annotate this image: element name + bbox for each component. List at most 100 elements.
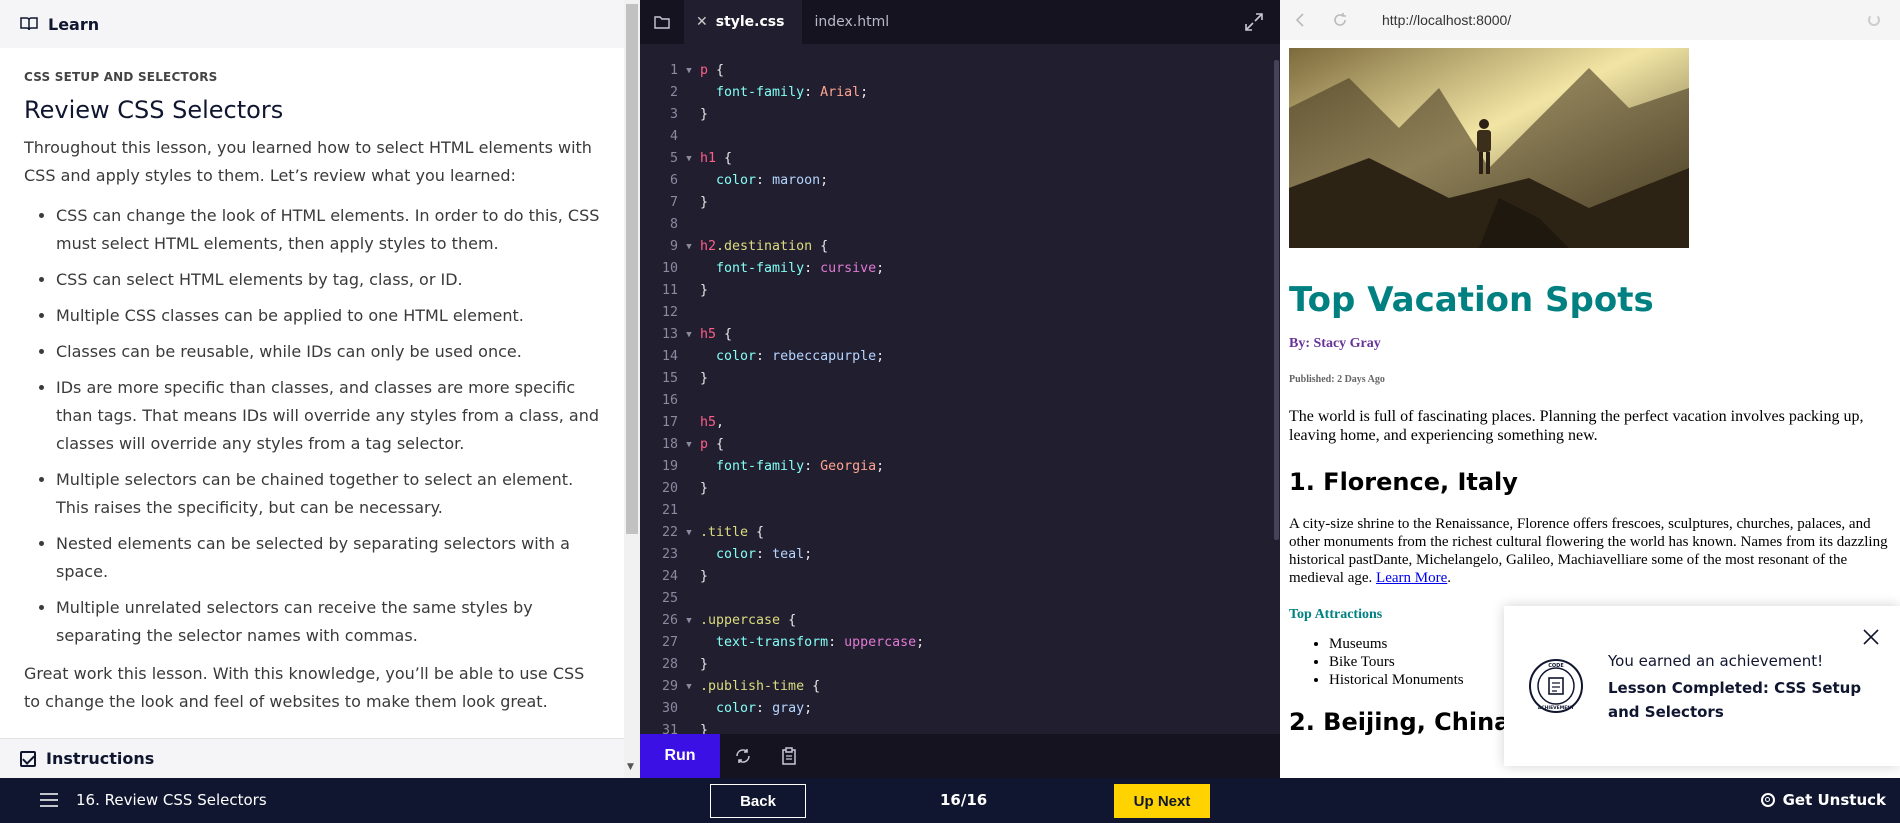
code-line: 9 ▼ h2.destination {: [640, 236, 1272, 258]
toast-eyebrow: You earned an achievement!: [1608, 652, 1824, 670]
code-line: 24}: [640, 566, 1272, 588]
code-line: 25: [640, 588, 1272, 610]
code-token: :: [804, 459, 821, 474]
menu-icon[interactable]: [40, 793, 58, 807]
fold-arrow-icon[interactable]: ▼: [678, 434, 700, 456]
folder-icon[interactable]: [640, 0, 684, 44]
code-token: .uppercase: [700, 613, 781, 628]
fold-arrow-icon: [678, 654, 700, 676]
code-text: .publish-time {: [700, 676, 820, 698]
code-token: text-transform: [716, 635, 829, 650]
back-button[interactable]: Back: [710, 784, 806, 818]
code-line: 27 text-transform: uppercase;: [640, 632, 1272, 654]
reset-icon[interactable]: [720, 734, 766, 778]
get-unstuck-button[interactable]: Get Unstuck: [1760, 791, 1886, 809]
learn-scroll-thumb[interactable]: [626, 4, 638, 534]
list-item: IDs are more specific than classes, and …: [56, 374, 600, 458]
code-token: }: [700, 569, 709, 584]
tab-index-html[interactable]: index.html: [802, 0, 907, 44]
fold-arrow-icon: [678, 82, 700, 104]
lesson-eyebrow: CSS SETUP AND SELECTORS: [24, 70, 218, 84]
get-unstuck-label: Get Unstuck: [1782, 791, 1886, 809]
code-token: .destination: [716, 239, 813, 254]
lesson-outro: Great work this lesson. With this knowle…: [24, 664, 585, 711]
line-number: 7: [669, 195, 678, 210]
code-line: 29 ▼ .publish-time {: [640, 676, 1272, 698]
learn-header-label: Learn: [48, 14, 100, 34]
code-token: color: [716, 547, 757, 562]
editor-scroll-thumb[interactable]: [1274, 60, 1279, 540]
code-line: 2 font-family: Arial;: [640, 82, 1272, 104]
code-token: ;: [804, 547, 813, 562]
code-text: .uppercase {: [700, 610, 796, 632]
list-item: Multiple selectors can be chained togeth…: [56, 466, 600, 522]
line-number: 17: [661, 415, 678, 430]
scroll-down-arrow-icon[interactable]: ▼: [627, 762, 634, 772]
list-item: Classes can be reusable, while IDs can o…: [56, 338, 600, 366]
fold-arrow-icon[interactable]: ▼: [678, 236, 700, 258]
line-number: 9: [669, 239, 678, 254]
up-next-button[interactable]: Up Next: [1114, 784, 1210, 818]
code-token: {: [804, 679, 821, 694]
code-token: {: [708, 437, 725, 452]
run-button[interactable]: Run: [640, 734, 720, 778]
code-text: color: maroon;: [700, 170, 828, 192]
code-token: :: [804, 85, 821, 100]
code-text: }: [700, 368, 708, 390]
close-icon[interactable]: ✕: [696, 14, 708, 30]
code-token: }: [700, 107, 709, 122]
code-token: :: [756, 173, 773, 188]
code-token: h5: [700, 415, 717, 430]
line-number: 5: [669, 151, 678, 166]
fold-arrow-icon[interactable]: ▼: [678, 610, 700, 632]
line-number: 10: [661, 261, 678, 276]
line-number: 25: [661, 591, 678, 606]
code-area[interactable]: 1 ▼ p {2 font-family: Arial; 3} 4 5 ▼ h1 {6 col…: [640, 60, 1272, 736]
destination-description: A city-size shrine to the Renaissance, F…: [1289, 515, 1889, 587]
list-item: Nested elements can be selected by separ…: [56, 530, 600, 586]
tab-style-css[interactable]: ✕ style.css: [684, 0, 803, 44]
tab-label: index.html: [814, 14, 890, 30]
fold-arrow-icon[interactable]: ▼: [678, 324, 700, 346]
fold-arrow-icon[interactable]: ▼: [678, 676, 700, 698]
expand-icon[interactable]: [1244, 12, 1264, 32]
tab-label: style.css: [715, 14, 785, 30]
instructions-toggle[interactable]: Instructions: [0, 738, 624, 778]
line-number: 16: [661, 393, 678, 408]
code-line: 30 color: gray;: [640, 698, 1272, 720]
url-text[interactable]: http://localhost:8000/: [1382, 12, 1511, 28]
back-arrow-icon[interactable]: [1280, 0, 1320, 40]
lesson-name[interactable]: 16. Review CSS Selectors: [76, 791, 267, 809]
code-token: h1: [700, 151, 717, 166]
fold-arrow-icon[interactable]: ▼: [678, 148, 700, 170]
line-number: 8: [669, 217, 678, 232]
code-token: color: [716, 701, 757, 716]
fold-arrow-icon[interactable]: ▼: [678, 60, 700, 82]
code-text: font-family: Arial;: [700, 82, 868, 104]
code-token: gray: [772, 701, 805, 716]
code-line: 20}: [640, 478, 1272, 500]
line-number: 2: [669, 85, 678, 100]
lesson-progress: 16/16: [940, 791, 988, 809]
clipboard-icon[interactable]: [766, 734, 812, 778]
close-icon[interactable]: [1862, 628, 1880, 646]
learn-more-link[interactable]: Learn More: [1376, 570, 1447, 586]
fold-arrow-icon: [678, 456, 700, 478]
line-number: 27: [661, 635, 678, 650]
line-number: 21: [661, 503, 678, 518]
fold-arrow-icon: [678, 170, 700, 192]
code-token: }: [700, 195, 709, 210]
line-number: 29: [661, 679, 678, 694]
code-text: }: [700, 566, 708, 588]
fold-arrow-icon[interactable]: ▼: [678, 522, 700, 544]
refresh-icon[interactable]: [1320, 0, 1360, 40]
svg-text:CODE: CODE: [1548, 663, 1564, 669]
list-item: CSS can select HTML elements by tag, cla…: [56, 266, 600, 294]
code-text: h1 {: [700, 148, 732, 170]
fold-arrow-icon: [678, 698, 700, 720]
